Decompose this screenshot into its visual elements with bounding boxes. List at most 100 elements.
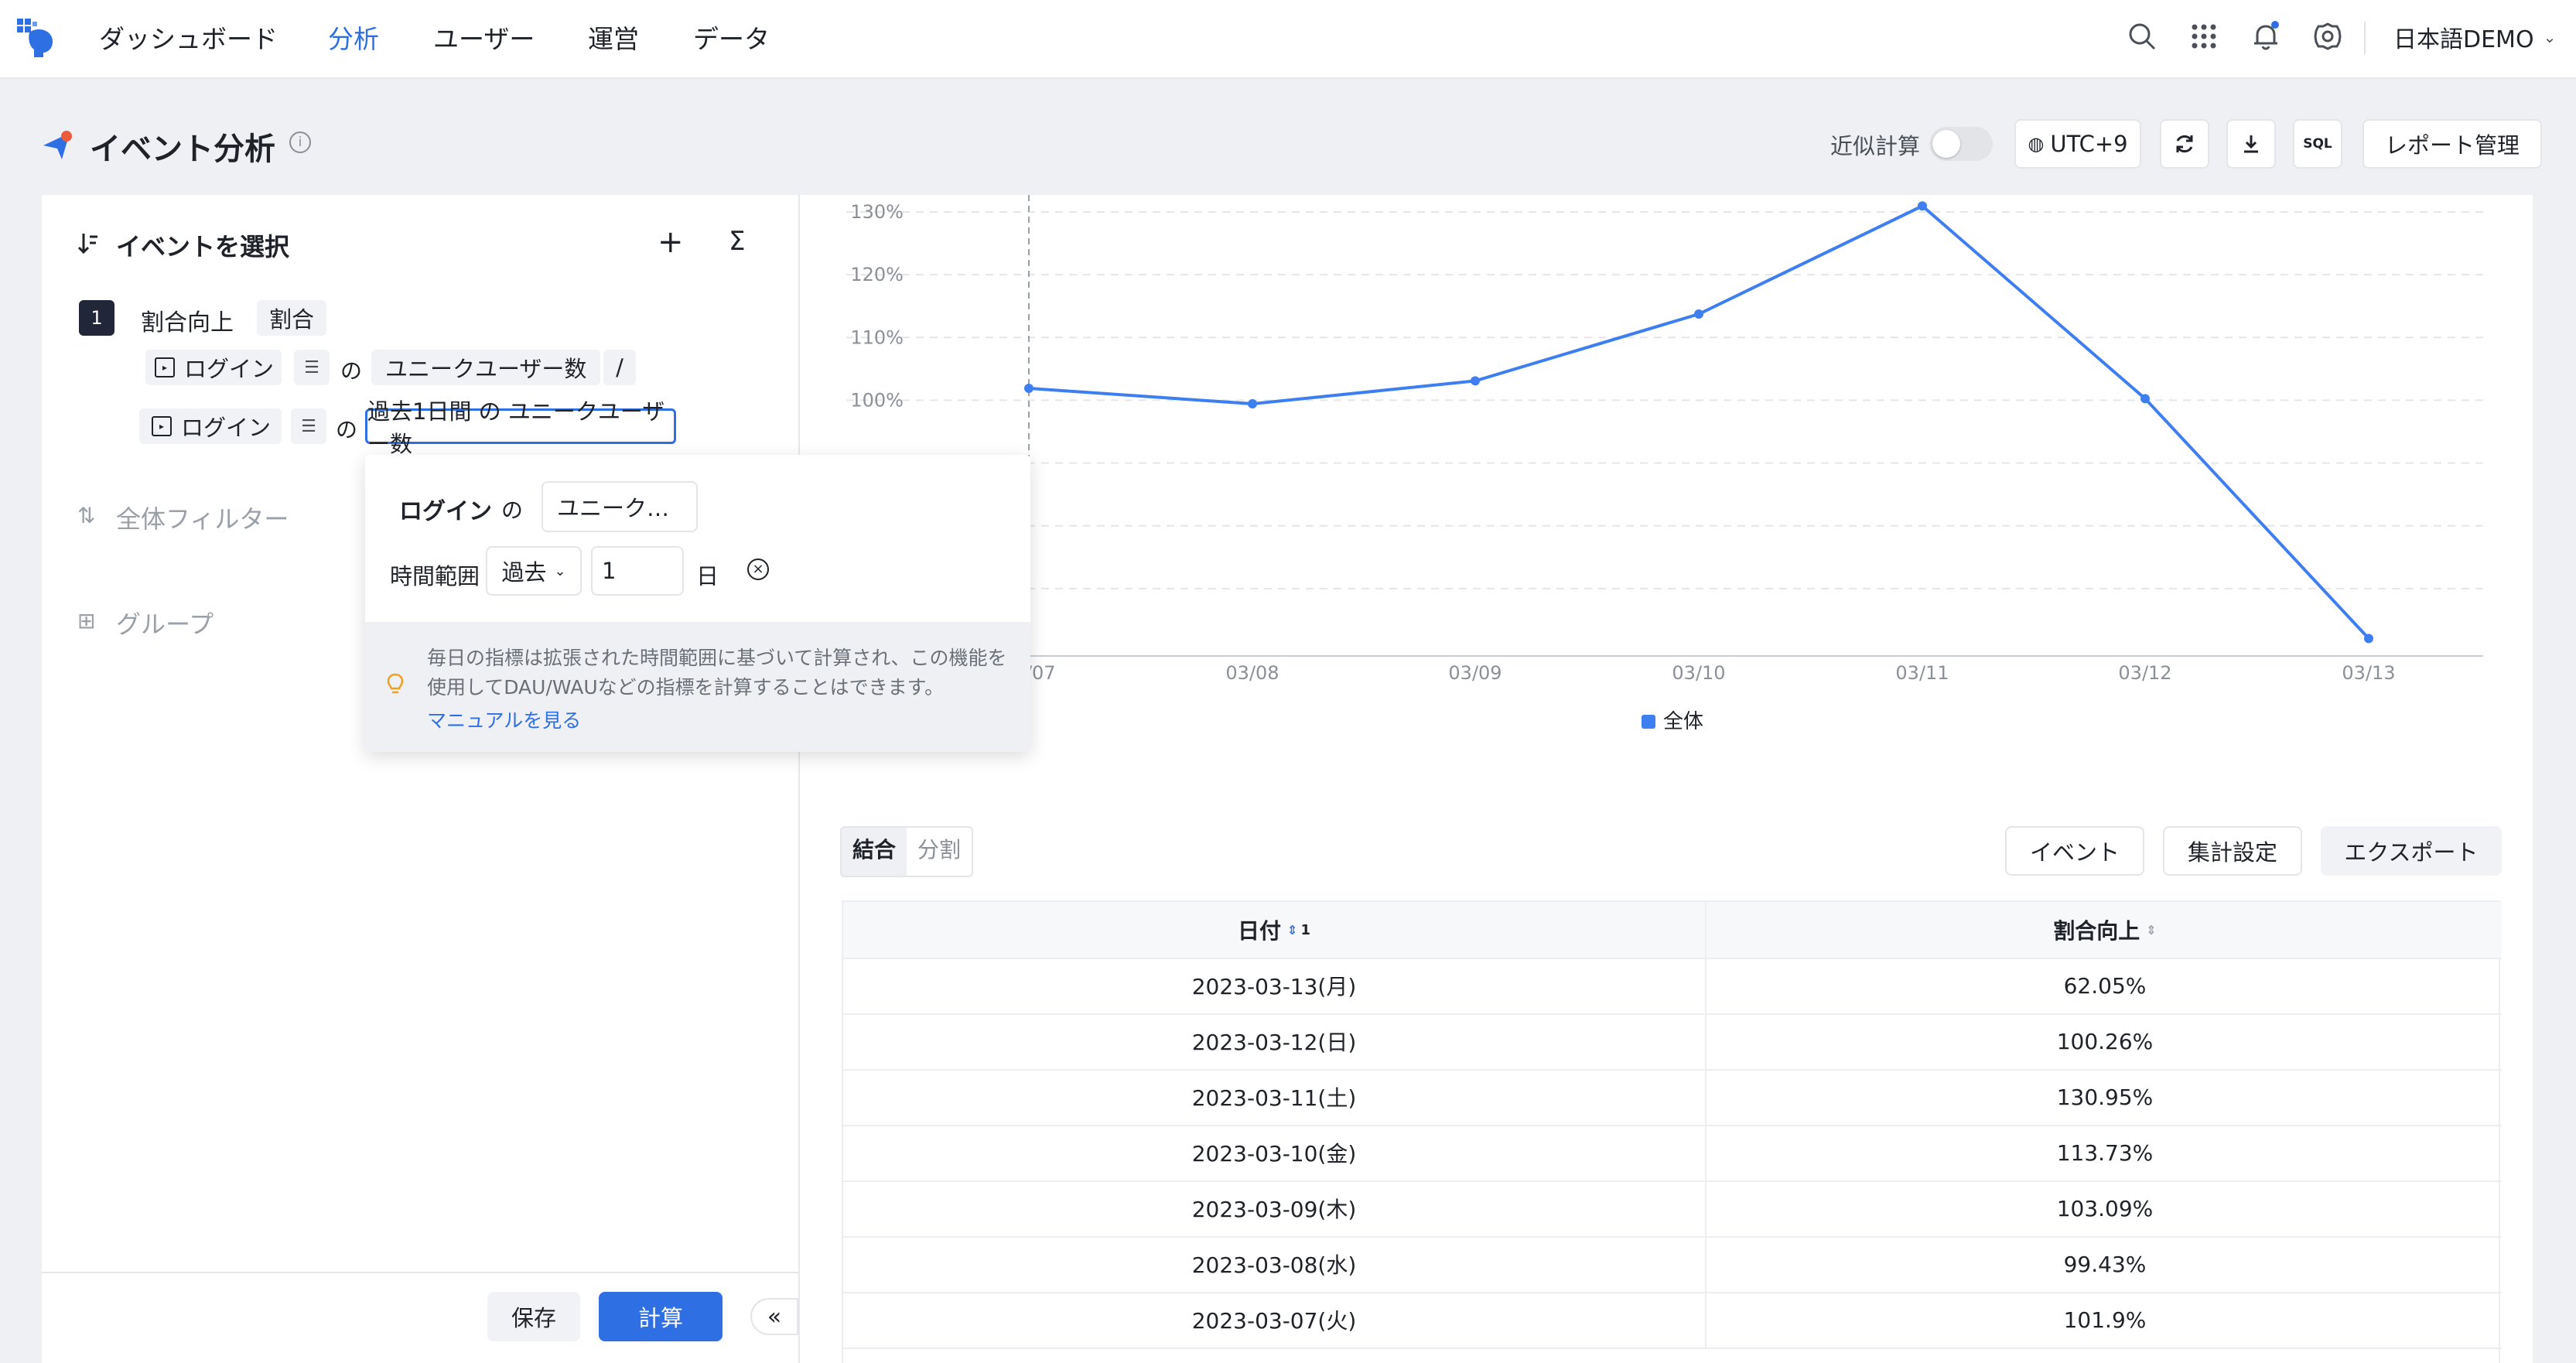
metric-type-tag[interactable]: 割合 [257, 300, 327, 336]
refresh-button[interactable] [2160, 119, 2209, 169]
approx-toggle[interactable] [1929, 127, 1993, 161]
row1-event-select[interactable]: ▸ ログイン [145, 350, 282, 385]
popup-tip-text: 毎日の指標は拡張された時間範囲に基づいて計算され、この機能を使用してDAU/WA… [427, 647, 1007, 699]
refresh-icon [2176, 135, 2193, 153]
timezone-button[interactable]: ◍ UTC+9 [2014, 119, 2141, 169]
gear-icon[interactable] [2308, 17, 2347, 56]
nav-dashboard[interactable]: ダッシュボード [99, 19, 278, 56]
x-tick-label: 03/08 [1225, 662, 1279, 684]
table-header: 日付 ⇕ 1 割合向上 ⇕ [843, 902, 2502, 959]
y-tick-label: 110% [850, 326, 904, 348]
workspace-selector[interactable]: 日本語DEMO ⌄ [2393, 20, 2556, 54]
calculate-button[interactable]: 計算 [599, 1292, 723, 1341]
data-point[interactable] [1694, 309, 1703, 319]
nav-users[interactable]: ユーザー [433, 19, 535, 56]
data-point[interactable] [1248, 399, 1257, 409]
cell-ratio: 62.05% [1705, 958, 2503, 1013]
data-point[interactable] [1024, 384, 1033, 394]
table-row: 2023-03-09(木) 103.09% [843, 1180, 2502, 1238]
time-range-label: 時間範囲 [390, 563, 480, 589]
row1-operator[interactable]: / [603, 350, 636, 385]
x-tick-label: 03/13 [2342, 662, 2395, 684]
metric-name[interactable]: 割合向上 [141, 303, 234, 337]
table-row: 2023-03-10(金) 113.73% [843, 1125, 2502, 1182]
row2-measure-select[interactable]: 過去1日間 の ユニークユーザー数 [365, 398, 676, 457]
row2-event-select[interactable]: ▸ ログイン [139, 408, 282, 444]
global-filter-label[interactable]: 全体フィルター [116, 500, 289, 535]
cell-date: 2023-03-07(火) [1191, 1308, 1357, 1334]
cell-ratio: 113.73% [1705, 1125, 2503, 1180]
info-icon[interactable]: i [289, 132, 311, 153]
clear-range-icon[interactable]: × [747, 559, 769, 580]
x-tick-label: 03/11 [1895, 662, 1949, 684]
apps-grid-icon[interactable] [2185, 17, 2223, 56]
row1-filter-button[interactable]: ☰ [294, 350, 330, 385]
bell-icon[interactable] [2246, 17, 2285, 56]
global-filter-icon: ⇅ [77, 503, 96, 528]
time-unit-label: 日 [696, 563, 719, 589]
data-point[interactable] [2364, 634, 2373, 644]
cell-date: 2023-03-13(月) [1191, 974, 1357, 999]
y-tick-label: 100% [850, 389, 904, 411]
cell-date: 2023-03-08(水) [1191, 1252, 1357, 1278]
cell-ratio: 100.26% [1705, 1013, 2503, 1069]
collapse-panel-button[interactable]: « [750, 1298, 798, 1335]
row2-filter-button[interactable]: ☰ [291, 408, 326, 444]
popup-event-label: ログイン [399, 498, 492, 525]
sql-button[interactable]: SQL [2293, 119, 2342, 169]
measure-popover: ログイン の ユニーク… 時間範囲 過去 ⌄ 1 日 × 毎日の指標は拡張された… [365, 455, 1030, 752]
sort-icon: ⇕ [2146, 922, 2157, 938]
y-tick-label: 120% [850, 264, 904, 285]
event-button[interactable]: イベント [2005, 826, 2144, 876]
table-row: 2023-03-08(水) 99.43% [843, 1236, 2502, 1293]
add-event-button[interactable]: + [658, 224, 684, 260]
event-icon: ▸ [152, 416, 172, 436]
time-range-select[interactable]: 過去 ⌄ [486, 546, 582, 596]
approx-label: 近似計算 [1830, 133, 1921, 159]
report-manage-label: レポート管理 [2384, 132, 2520, 159]
table-row: 2023-03-13(月) 62.05% [843, 958, 2502, 1015]
merge-tab[interactable]: 結合 [842, 828, 907, 876]
cell-ratio: 130.95% [1705, 1069, 2503, 1125]
data-point[interactable] [1471, 376, 1480, 386]
group-icon: ⊞ [77, 608, 96, 634]
manual-link[interactable]: マニュアルを見る [427, 705, 581, 733]
export-button[interactable]: エクスポート [2321, 826, 2502, 876]
filter-icon: ☰ [301, 416, 316, 436]
nav-data[interactable]: データ [693, 19, 770, 56]
download-button[interactable] [2226, 119, 2276, 169]
app-logo[interactable] [14, 15, 57, 59]
nav-analysis[interactable]: 分析 [328, 19, 379, 56]
table-row: 2023-03-07(火) 101.9% [843, 1292, 2502, 1349]
sql-label: SQL [2303, 136, 2332, 152]
row1-measure-select[interactable]: ユニークユーザー数 [371, 350, 601, 385]
search-icon[interactable] [2123, 17, 2161, 56]
header-date[interactable]: 日付 ⇕ 1 [843, 902, 1705, 958]
header-ratio[interactable]: 割合向上 ⇕ [1705, 902, 2503, 958]
select-event-icon [76, 231, 102, 257]
group-label[interactable]: グループ [116, 605, 214, 641]
download-icon [2244, 135, 2258, 153]
legend-label: 全体 [1663, 710, 1703, 733]
aggregate-settings-button[interactable]: 集計設定 [2163, 826, 2302, 876]
save-button[interactable]: 保存 [487, 1292, 580, 1341]
toggle-knob [1932, 130, 1960, 158]
data-point[interactable] [1918, 201, 1927, 211]
data-point[interactable] [2140, 394, 2150, 404]
table-row: 2023-03-12(日) 100.26% [843, 1013, 2502, 1071]
nav-operations[interactable]: 運営 [588, 19, 639, 56]
select-event-title: イベントを選択 [116, 232, 290, 261]
nav-divider [2364, 22, 2366, 54]
cell-ratio: 99.43% [1705, 1236, 2503, 1292]
right-result-panel: 100%110%120%130% 03/0703/0803/0903/1003/… [798, 195, 2533, 1363]
cell-date: 2023-03-09(木) [1191, 1197, 1357, 1222]
report-manage-button[interactable]: レポート管理 [2362, 119, 2542, 169]
row1-of-label: の [340, 358, 363, 384]
split-tab[interactable]: 分割 [907, 828, 972, 876]
chevron-down-icon: ⌄ [2543, 28, 2557, 46]
formula-button[interactable]: Σ [729, 226, 745, 257]
data-table: 日付 ⇕ 1 割合向上 ⇕ 2023-03-13(月) 62.05% 2023-03… [842, 900, 2503, 1363]
chevron-down-icon: ⌄ [554, 562, 566, 579]
popup-measure-select[interactable]: ユニーク… [542, 481, 698, 532]
time-range-input[interactable]: 1 [591, 546, 684, 596]
